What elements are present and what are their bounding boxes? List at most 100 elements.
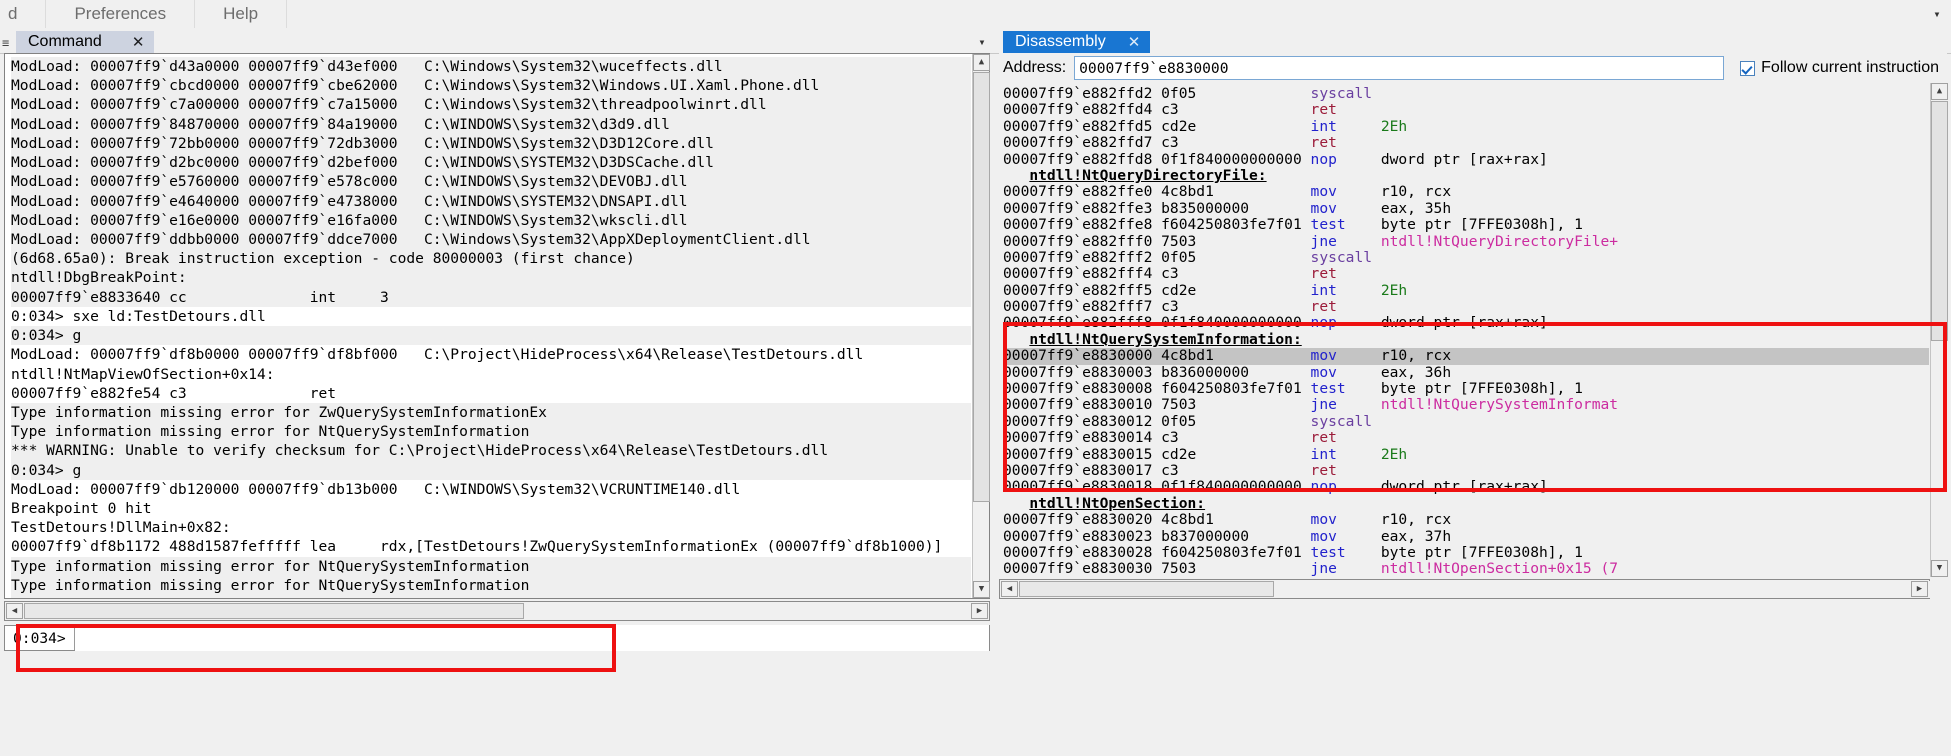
disassembly-instruction-row[interactable]: 00007ff9`e882ffd5 cd2e int 2Eh [1003,117,1929,135]
disassembly-horizontal-scrollbar[interactable]: ◀ ▶ [999,579,1930,599]
scroll-up-icon[interactable]: ▲ [1931,83,1948,100]
disassembly-list[interactable]: 00007ff9`e882ffd2 0f05 syscall 00007ff9`… [1003,86,1929,577]
instruction-mnemonic: syscall [1310,86,1381,102]
instruction-mnemonic: nop [1310,314,1381,332]
command-output-line: 0:034> x ntdll!ZwQuerySystemInformation [11,595,971,598]
disassembly-instruction-row[interactable]: 00007ff9`e882fff8 0f1f840000000000 nop d… [1003,315,1929,331]
menu-item-0[interactable]: d [0,0,47,28]
instruction-operands: r10, rcx [1380,347,1452,365]
disassembly-instruction-row[interactable]: 00007ff9`e882ffd8 0f1f840000000000 nop d… [1003,150,1929,168]
disassembly-instruction-row[interactable]: 00007ff9`e882ffd7 c3 ret [1003,134,1929,151]
instruction-address: 00007ff9`e882fff5 cd2e [1003,281,1311,299]
disassembly-instruction-row[interactable]: 00007ff9`e882ffe3 b835000000 mov eax, 35… [1003,199,1929,217]
command-output-line: ModLoad: 00007ff9`84870000 00007ff9`84a1… [11,114,971,134]
instruction-address: 00007ff9`e882ffe8 f604250803fe7f01 [1003,216,1311,234]
disassembly-instruction-row[interactable]: 00007ff9`e8830000 4c8bd1 mov r10, rcx [1003,347,1929,365]
disassembly-body: Address: Follow current instruction 0000… [999,53,1948,599]
command-pane: ModLoad: 00007ff9`d43a0000 00007ff9`d43e… [4,53,990,599]
scroll-down-icon[interactable]: ▼ [1931,560,1948,577]
instruction-address: 00007ff9`e882ffe3 b835000000 [1003,199,1311,217]
disassembly-instruction-row[interactable]: 00007ff9`e882fff4 c3 ret [1003,266,1929,282]
instruction-operands: byte ptr [7FFE0308h], 1 [1380,216,1583,234]
disassembly-instruction-row[interactable]: 00007ff9`e8830015 cd2e int 2Eh [1003,445,1929,463]
menu-bar-filler [287,0,1951,28]
disassembly-instruction-row[interactable]: 00007ff9`e882fff0 7503 jne ntdll!NtQuery… [1003,233,1929,250]
instruction-address: 00007ff9`e8830010 7503 [1003,396,1311,414]
scroll-left-icon[interactable]: ◀ [1001,581,1018,597]
command-prompt-bar[interactable]: 0:034> [4,625,990,651]
disassembly-instruction-row[interactable]: 00007ff9`e882ffe0 4c8bd1 mov r10, rcx [1003,184,1929,200]
address-input[interactable] [1074,56,1725,80]
disassembly-instruction-row[interactable]: 00007ff9`e8830023 b837000000 mov eax, 37… [1003,527,1929,545]
command-output-scrollarea[interactable]: ModLoad: 00007ff9`d43a0000 00007ff9`d43e… [5,54,971,598]
instruction-mnemonic: ret [1310,101,1381,119]
instruction-address: 00007ff9`e8830014 c3 [1003,429,1311,447]
disassembly-lines: 00007ff9`e882ffd2 0f05 syscall 00007ff9`… [1003,86,1929,577]
disassembly-instruction-row[interactable]: 00007ff9`e882ffd4 c3 ret [1003,102,1929,118]
disassembly-symbol-row[interactable]: ntdll!NtQueryDirectoryFile: [1003,167,1929,184]
menu-item-help[interactable]: Help [195,0,288,28]
instruction-address: 00007ff9`e882ffd8 0f1f840000000000 [1003,150,1311,168]
command-output-line: ModLoad: 00007ff9`d2bc0000 00007ff9`d2be… [11,153,971,173]
command-hscroll-thumb[interactable] [24,603,524,619]
scroll-right-icon[interactable]: ▶ [1911,581,1928,597]
scroll-down-icon[interactable]: ▼ [973,581,990,598]
command-horizontal-scrollbar[interactable]: ◀ ▶ [4,601,990,621]
symbol-label: ntdll!NtQuerySystemInformation: [1029,330,1302,348]
instruction-operands: ntdll!NtOpenSection+0x15 (7 [1380,560,1619,577]
disassembly-pane-menu-icon[interactable]: ▾ [1930,5,1944,23]
disassembly-instruction-row[interactable]: 00007ff9`e882fff5 cd2e int 2Eh [1003,281,1929,299]
instruction-mnemonic: int [1310,117,1381,135]
instruction-operands: 2Eh [1380,445,1408,463]
instruction-address: 00007ff9`e8830008 f604250803fe7f01 [1003,380,1311,398]
disassembly-instruction-row[interactable]: 00007ff9`e882ffe8 f604250803fe7f01 test … [1003,216,1929,234]
disassembly-pane: Address: Follow current instruction 0000… [999,53,1948,599]
instruction-mnemonic: syscall [1310,412,1381,430]
disassembly-instruction-row[interactable]: 00007ff9`e882fff2 0f05 syscall [1003,248,1929,266]
instruction-address: 00007ff9`e882fff2 0f05 [1003,248,1311,266]
disassembly-instruction-row[interactable]: 00007ff9`e8830020 4c8bd1 mov r10, rcx [1003,511,1929,528]
instruction-mnemonic: mov [1310,199,1381,217]
instruction-operands: dword ptr [rax+rax] [1380,478,1548,496]
command-output-line: Breakpoint 0 hit [11,499,971,519]
disassembly-instruction-row[interactable]: 00007ff9`e8830008 f604250803fe7f01 test … [1003,380,1929,398]
menu-item-preferences[interactable]: Preferences [46,0,196,28]
instruction-mnemonic: nop [1310,150,1381,168]
follow-current-instruction-toggle[interactable]: Follow current instruction [1740,59,1939,77]
disassembly-instruction-row[interactable]: 00007ff9`e8830003 b836000000 mov eax, 36… [1003,364,1929,381]
address-label: Address: [1003,59,1067,76]
instruction-operands: eax, 35h [1380,199,1452,217]
command-vertical-scrollbar[interactable]: ▲ ▼ [972,54,990,598]
disassembly-instruction-row[interactable]: 00007ff9`e882ffd2 0f05 syscall [1003,86,1929,102]
instruction-address: 00007ff9`e8830023 b837000000 [1003,527,1311,545]
disassembly-vertical-scrollbar[interactable]: ▲ ▼ [1930,83,1948,577]
disassembly-instruction-row[interactable]: 00007ff9`e8830017 c3 ret [1003,462,1929,479]
command-input[interactable] [74,625,989,651]
disassembly-instruction-row[interactable]: 00007ff9`e8830012 0f05 syscall [1003,412,1929,430]
close-icon[interactable]: ✕ [1128,35,1141,50]
command-output-line: 0:034> sxe ld:TestDetours.dll [11,306,971,327]
command-pane-menu-icon[interactable]: ▾ [975,33,989,51]
tab-command[interactable]: Command ✕ [16,31,155,53]
disassembly-instruction-row[interactable]: 00007ff9`e8830030 7503 jne ntdll!NtOpenS… [1003,561,1929,577]
disassembly-symbol-row[interactable]: ntdll!NtQuerySystemInformation: [1003,330,1929,348]
scroll-right-icon[interactable]: ▶ [971,603,988,619]
tab-disassembly[interactable]: Disassembly ✕ [1003,31,1151,53]
checkbox-icon[interactable] [1740,60,1756,76]
disassembly-hscroll-thumb[interactable] [1019,581,1274,597]
scroll-up-icon[interactable]: ▲ [973,54,990,71]
disassembly-instruction-row[interactable]: 00007ff9`e8830010 7503 jne ntdll!NtQuery… [1003,397,1929,413]
disassembly-symbol-row[interactable]: ntdll!NtOpenSection: [1003,495,1929,512]
close-icon[interactable]: ✕ [132,35,145,50]
disassembly-instruction-row[interactable]: 00007ff9`e8830028 f604250803fe7f01 test … [1003,544,1929,561]
disassembly-instruction-row[interactable]: 00007ff9`e8830018 0f1f840000000000 nop d… [1003,479,1929,495]
disassembly-scroll-thumb[interactable] [1931,101,1948,341]
command-scroll-thumb[interactable] [973,72,990,502]
command-output-line: 00007ff9`e8833640 cc int 3 [11,287,971,307]
disassembly-instruction-row[interactable]: 00007ff9`e882fff7 c3 ret [1003,298,1929,316]
command-output-line: Type information missing error for NtQue… [11,575,971,596]
tab-disassembly-label: Disassembly [1015,33,1106,50]
instruction-address: 00007ff9`e882fff7 c3 [1003,298,1311,316]
disassembly-instruction-row[interactable]: 00007ff9`e8830014 c3 ret [1003,430,1929,446]
scroll-left-icon[interactable]: ◀ [6,603,23,619]
